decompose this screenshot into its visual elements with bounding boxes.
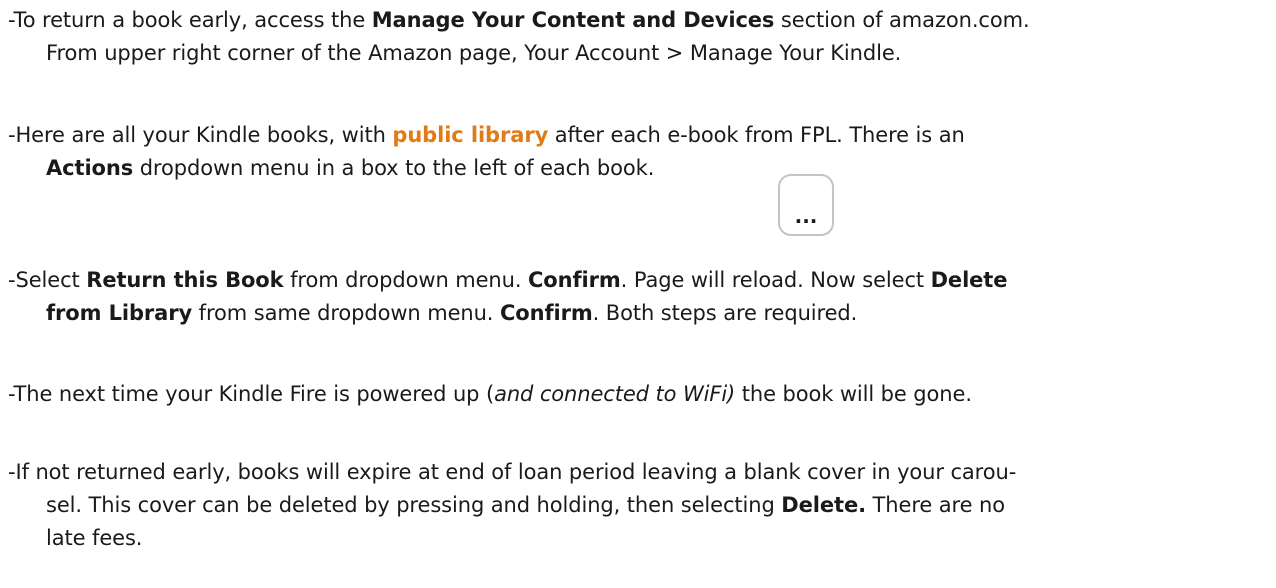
text-run: dropdown menu in a box to the left of ea… bbox=[133, 156, 655, 180]
text-line: -The next time your Kindle Fire is power… bbox=[8, 378, 1268, 411]
from-library-label: from Library bbox=[46, 301, 193, 325]
instruction-kindle-books: -Here are all your Kindle books, with pu… bbox=[8, 119, 1268, 185]
text-run: . Page will reload. Now select bbox=[620, 268, 931, 292]
text-line: sel. This cover can be deleted by pressi… bbox=[8, 489, 1268, 522]
text-run: late fees. bbox=[46, 526, 143, 550]
text-line: Actions dropdown menu in a box to the le… bbox=[8, 152, 1268, 185]
instruction-kindle-fire: -The next time your Kindle Fire is power… bbox=[8, 378, 1268, 411]
text-line: -Here are all your Kindle books, with pu… bbox=[8, 119, 1268, 152]
text-run: section of amazon.com. bbox=[774, 8, 1030, 32]
confirm-label: Confirm bbox=[499, 301, 593, 325]
text-run: -Here are all your Kindle books, with bbox=[8, 123, 393, 147]
text-line: -To return a book early, access the Mana… bbox=[8, 4, 1268, 37]
text-line: late fees. bbox=[8, 522, 1268, 555]
text-line: -Select Return this Book from dropdown m… bbox=[8, 264, 1268, 297]
text-run: from dropdown menu. bbox=[283, 268, 528, 292]
text-run: from same dropdown menu. bbox=[192, 301, 500, 325]
text-run: There are no bbox=[865, 493, 1006, 517]
text-run: -To return a book early, access the bbox=[8, 8, 372, 32]
text-run: -If not returned early, books will expir… bbox=[8, 460, 1017, 484]
actions-ellipsis-button[interactable]: ... bbox=[778, 174, 834, 236]
ellipsis-icon: ... bbox=[794, 204, 818, 228]
text-run: -Select bbox=[8, 268, 87, 292]
delete-label: Delete. bbox=[781, 493, 866, 517]
delete-label: Delete bbox=[930, 268, 1008, 292]
return-this-book-label: Return this Book bbox=[86, 268, 284, 292]
text-run: From upper right corner of the Amazon pa… bbox=[46, 41, 902, 65]
instruction-return-delete: -Select Return this Book from dropdown m… bbox=[8, 264, 1268, 330]
confirm-label: Confirm bbox=[528, 268, 621, 292]
document-page: -To return a book early, access the Mana… bbox=[0, 0, 1276, 588]
text-run: . Both steps are required. bbox=[592, 301, 858, 325]
text-run: the book will be gone. bbox=[735, 382, 972, 406]
text-line: from Library from same dropdown menu. Co… bbox=[8, 297, 1268, 330]
instruction-expiry: -If not returned early, books will expir… bbox=[8, 456, 1268, 555]
manage-content-devices-label: Manage Your Content and Devices bbox=[371, 8, 775, 32]
text-line: From upper right corner of the Amazon pa… bbox=[8, 37, 1268, 70]
instruction-return-early: -To return a book early, access the Mana… bbox=[8, 4, 1268, 70]
text-run: sel. This cover can be deleted by pressi… bbox=[46, 493, 782, 517]
text-run: after each e-book from FPL. There is an bbox=[548, 123, 965, 147]
wifi-note: and connected to WiFi) bbox=[494, 382, 736, 406]
text-line: -If not returned early, books will expir… bbox=[8, 456, 1268, 489]
actions-label: Actions bbox=[46, 156, 134, 180]
text-run: -The next time your Kindle Fire is power… bbox=[8, 382, 495, 406]
public-library-label: public library bbox=[392, 123, 549, 147]
